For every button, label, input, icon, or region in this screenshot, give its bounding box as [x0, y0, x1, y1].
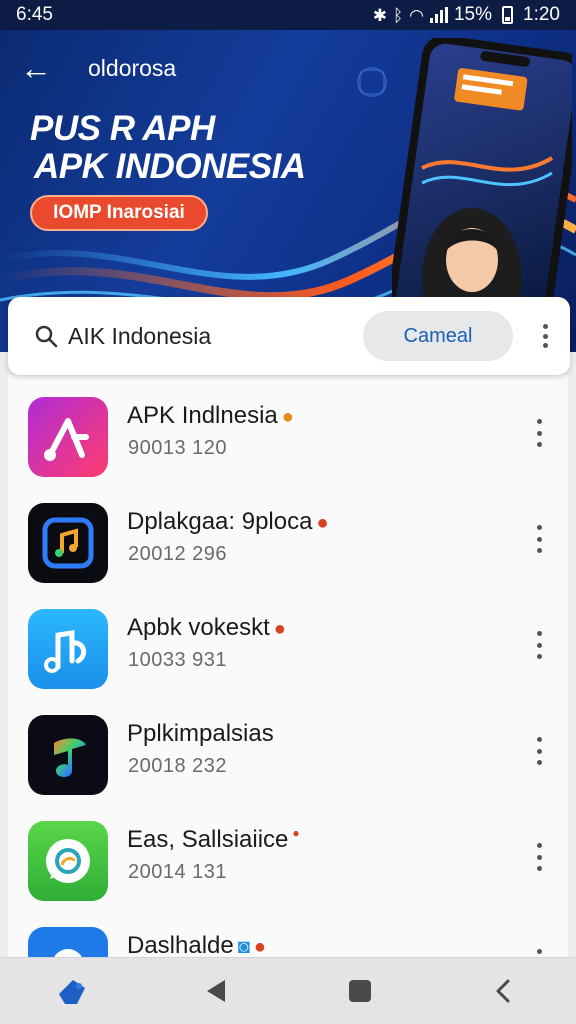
- music-note-icon: [28, 397, 108, 477]
- more-options-icon[interactable]: [532, 631, 546, 659]
- search-input[interactable]: [68, 320, 348, 352]
- more-options-icon[interactable]: [532, 737, 546, 765]
- app-meta: 20012 296: [128, 543, 228, 565]
- phone-illustration: [392, 38, 572, 338]
- bottom-navigation-bar: [0, 957, 576, 1024]
- app-name: APK Indlnesia ●: [127, 402, 294, 429]
- music-square-icon: [28, 503, 108, 583]
- battery-percent: 15%: [453, 4, 493, 25]
- app-list: APK Indlnesia ● 90013 120 Dplakgaa: 9ploc…: [8, 375, 568, 957]
- wifi-icon: ◠: [409, 5, 424, 25]
- app-name: Pplkimpalsias: [127, 720, 274, 747]
- app-name: Dplakgaa: 9ploca ●: [127, 508, 329, 535]
- status-clock: 1:20: [523, 4, 560, 25]
- signal-icon: [429, 7, 448, 23]
- chevron-left-icon[interactable]: [474, 961, 534, 1021]
- dot-badge-icon: ●: [292, 826, 300, 840]
- cancel-button[interactable]: Cameal: [363, 311, 513, 361]
- banner-title: PUS R APH APK INDONESIA: [30, 110, 306, 186]
- bluetooth-alt-icon: ᛒ: [392, 5, 404, 25]
- list-item[interactable]: Pplkimpalsias 20018 232: [8, 693, 568, 799]
- fire-badge-icon: ●: [316, 512, 329, 534]
- status-icons: ✱ ᛒ ◠ 15% 1:20: [373, 4, 560, 26]
- bluetooth-icon: ✱: [372, 5, 387, 25]
- fire-badge-icon: ●: [281, 406, 294, 428]
- list-item[interactable]: Daslhalde ◙ ●: [8, 905, 568, 957]
- status-time: 6:45: [16, 4, 53, 25]
- list-item[interactable]: Dplakgaa: 9ploca ● 20012 296: [8, 481, 568, 587]
- battery-icon: [502, 6, 514, 24]
- more-options-icon[interactable]: [532, 525, 546, 553]
- app-name: Apbk vokeskt ●: [127, 614, 286, 641]
- search-icon: [35, 325, 58, 348]
- hero-header: ← oldorosa: [20, 52, 176, 84]
- blue-app-icon: [28, 927, 108, 957]
- music-notes-icon: [28, 609, 108, 689]
- chat-bubble-icon: [28, 821, 108, 901]
- gradient-note-icon: [28, 715, 108, 795]
- banner-pill-button[interactable]: IOMP Inarosiai: [30, 195, 208, 231]
- banner-title-line2: APK INDONESIA: [34, 147, 306, 186]
- header-subtitle: oldorosa: [88, 54, 177, 81]
- home-app-icon[interactable]: [42, 961, 102, 1021]
- app-meta: 20014 131: [128, 861, 228, 883]
- status-bar: 6:45 ✱ ᛒ ◠ 15% 1:20: [0, 0, 576, 30]
- app-meta: 20018 232: [128, 755, 228, 777]
- app-meta: 10033 931: [128, 649, 228, 671]
- fire-badge-icon: ●: [253, 936, 266, 957]
- search-more-icon[interactable]: [530, 321, 560, 351]
- banner-title-line1: PUS R APH: [30, 109, 215, 148]
- list-item[interactable]: APK Indlnesia ● 90013 120: [8, 375, 568, 481]
- list-item[interactable]: Apbk vokeskt ● 10033 931: [8, 587, 568, 693]
- more-options-icon[interactable]: [532, 843, 546, 871]
- list-item[interactable]: Eas, Sallsiaiice ● 20014 131: [8, 799, 568, 905]
- fire-badge-icon: ●: [273, 618, 286, 640]
- more-options-icon[interactable]: [532, 419, 546, 447]
- app-name: Daslhalde ◙ ●: [127, 932, 266, 957]
- search-bar: Cameal: [8, 297, 570, 375]
- back-nav-icon[interactable]: [186, 961, 246, 1021]
- more-options-icon[interactable]: [532, 949, 546, 957]
- app-name: Eas, Sallsiaiice ●: [127, 826, 300, 853]
- back-arrow-icon[interactable]: ←: [20, 52, 52, 84]
- app-badge-icon: ◙: [237, 936, 250, 957]
- app-meta: 90013 120: [128, 437, 228, 459]
- home-square-icon[interactable]: [330, 961, 390, 1021]
